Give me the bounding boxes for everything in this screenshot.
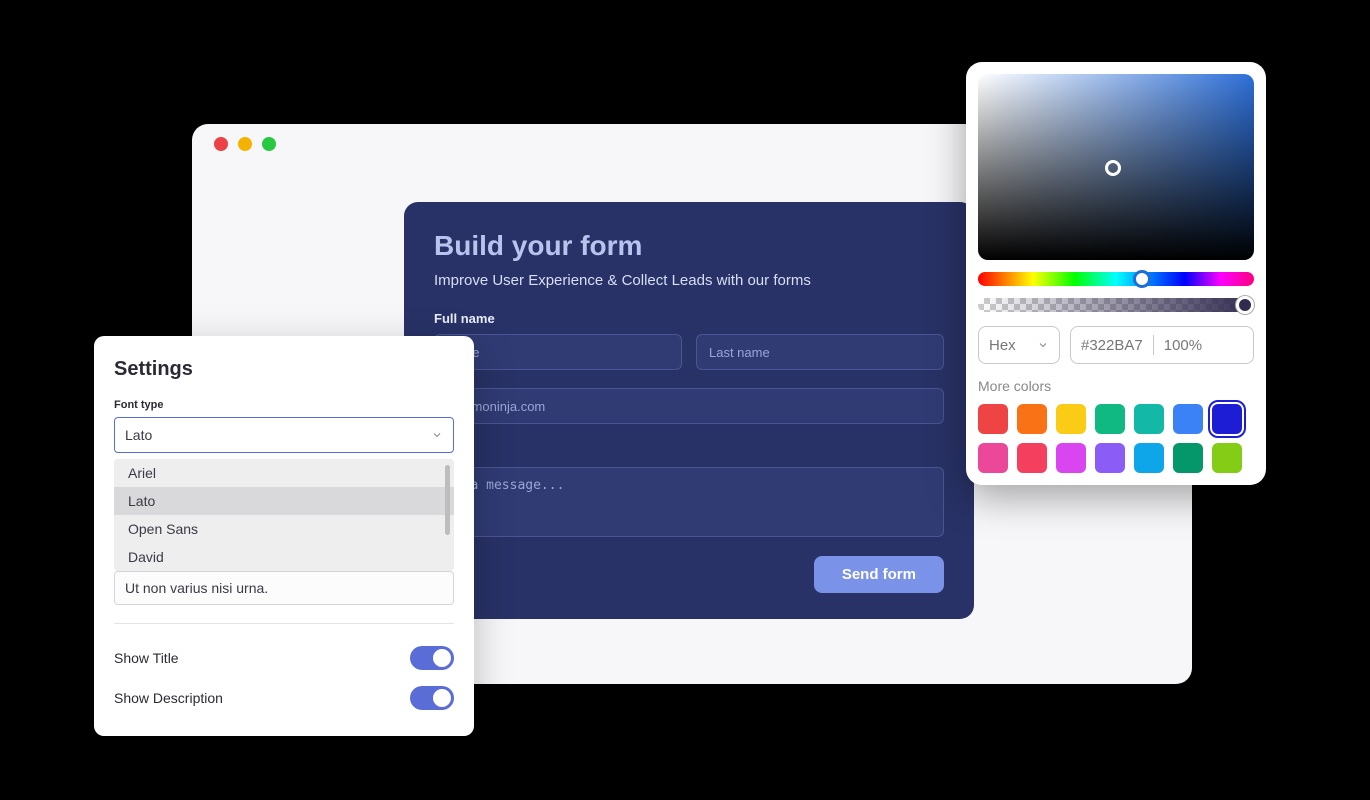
description-textarea[interactable]: Ut non varius nisi urna. [114, 571, 454, 605]
show-title-toggle[interactable] [410, 646, 454, 670]
color-picker-panel: Hex #322BA7 100% More colors [966, 62, 1266, 485]
window-close-icon[interactable] [214, 137, 228, 151]
chevron-down-icon [1037, 339, 1049, 351]
font-type-label: Font type [114, 399, 454, 411]
color-swatch[interactable] [1056, 443, 1086, 473]
alpha-slider[interactable] [978, 298, 1254, 312]
message-label [434, 444, 944, 459]
window-minimize-icon[interactable] [238, 137, 252, 151]
swatch-grid [978, 404, 1254, 473]
color-swatch[interactable] [1173, 404, 1203, 434]
color-swatch[interactable] [1017, 443, 1047, 473]
show-description-label: Show Description [114, 690, 223, 706]
color-swatch[interactable] [1212, 404, 1242, 434]
color-swatch[interactable] [1056, 404, 1086, 434]
font-option-david[interactable]: David [114, 543, 454, 571]
more-colors-label: More colors [978, 378, 1254, 394]
color-swatch[interactable] [1095, 443, 1125, 473]
font-type-value: Lato [125, 427, 152, 443]
show-title-label: Show Title [114, 650, 179, 666]
send-form-button[interactable]: Send form [814, 556, 944, 593]
form-title: Build your form [434, 230, 944, 262]
hue-slider[interactable] [978, 272, 1254, 286]
color-swatch[interactable] [1212, 443, 1242, 473]
fullname-label: Full name [434, 311, 944, 326]
message-textarea[interactable] [434, 467, 944, 537]
settings-title: Settings [114, 358, 454, 381]
color-opacity-value: 100% [1164, 337, 1202, 354]
chevron-down-icon [431, 429, 443, 441]
color-swatch[interactable] [1017, 404, 1047, 434]
color-swatch[interactable] [1134, 443, 1164, 473]
email-input[interactable] [434, 388, 944, 424]
window-maximize-icon[interactable] [262, 137, 276, 151]
font-option-opensans[interactable]: Open Sans [114, 515, 454, 543]
form-card: Build your form Improve User Experience … [404, 202, 974, 619]
alpha-slider-thumb[interactable] [1236, 296, 1254, 314]
last-name-input[interactable] [696, 334, 944, 370]
font-type-select[interactable]: Lato [114, 417, 454, 453]
color-hex-value: #322BA7 [1081, 337, 1143, 354]
font-type-dropdown: Ariel Lato Open Sans David [114, 459, 454, 571]
value-separator [1153, 335, 1154, 355]
color-format-value: Hex [989, 337, 1016, 354]
form-subtitle: Improve User Experience & Collect Leads … [434, 272, 944, 289]
hue-slider-thumb[interactable] [1133, 270, 1151, 288]
color-value-input[interactable]: #322BA7 100% [1070, 326, 1254, 364]
settings-panel: Settings Font type Lato Ariel Lato Open … [94, 336, 474, 736]
color-swatch[interactable] [978, 443, 1008, 473]
color-swatch[interactable] [1095, 404, 1125, 434]
show-description-toggle[interactable] [410, 686, 454, 710]
color-swatch[interactable] [978, 404, 1008, 434]
font-option-ariel[interactable]: Ariel [114, 459, 454, 487]
font-option-lato[interactable]: Lato [114, 487, 454, 515]
gradient-cursor-icon[interactable] [1105, 160, 1121, 176]
color-swatch[interactable] [1173, 443, 1203, 473]
color-swatch[interactable] [1134, 404, 1164, 434]
color-gradient-area[interactable] [978, 74, 1254, 260]
settings-divider [114, 623, 454, 624]
color-format-select[interactable]: Hex [978, 326, 1060, 364]
